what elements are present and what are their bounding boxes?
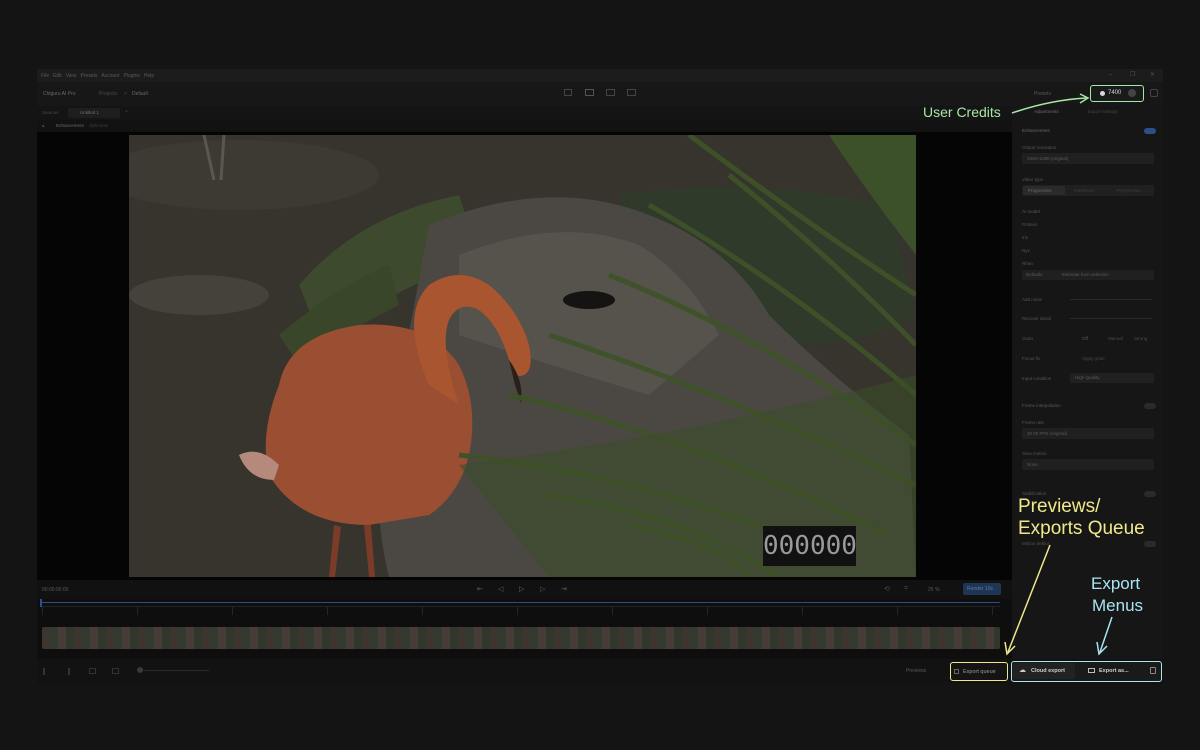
annotation-arrows [1004,93,1113,656]
credits-arrow [1011,97,1087,114]
queue-arrow [1007,544,1051,653]
